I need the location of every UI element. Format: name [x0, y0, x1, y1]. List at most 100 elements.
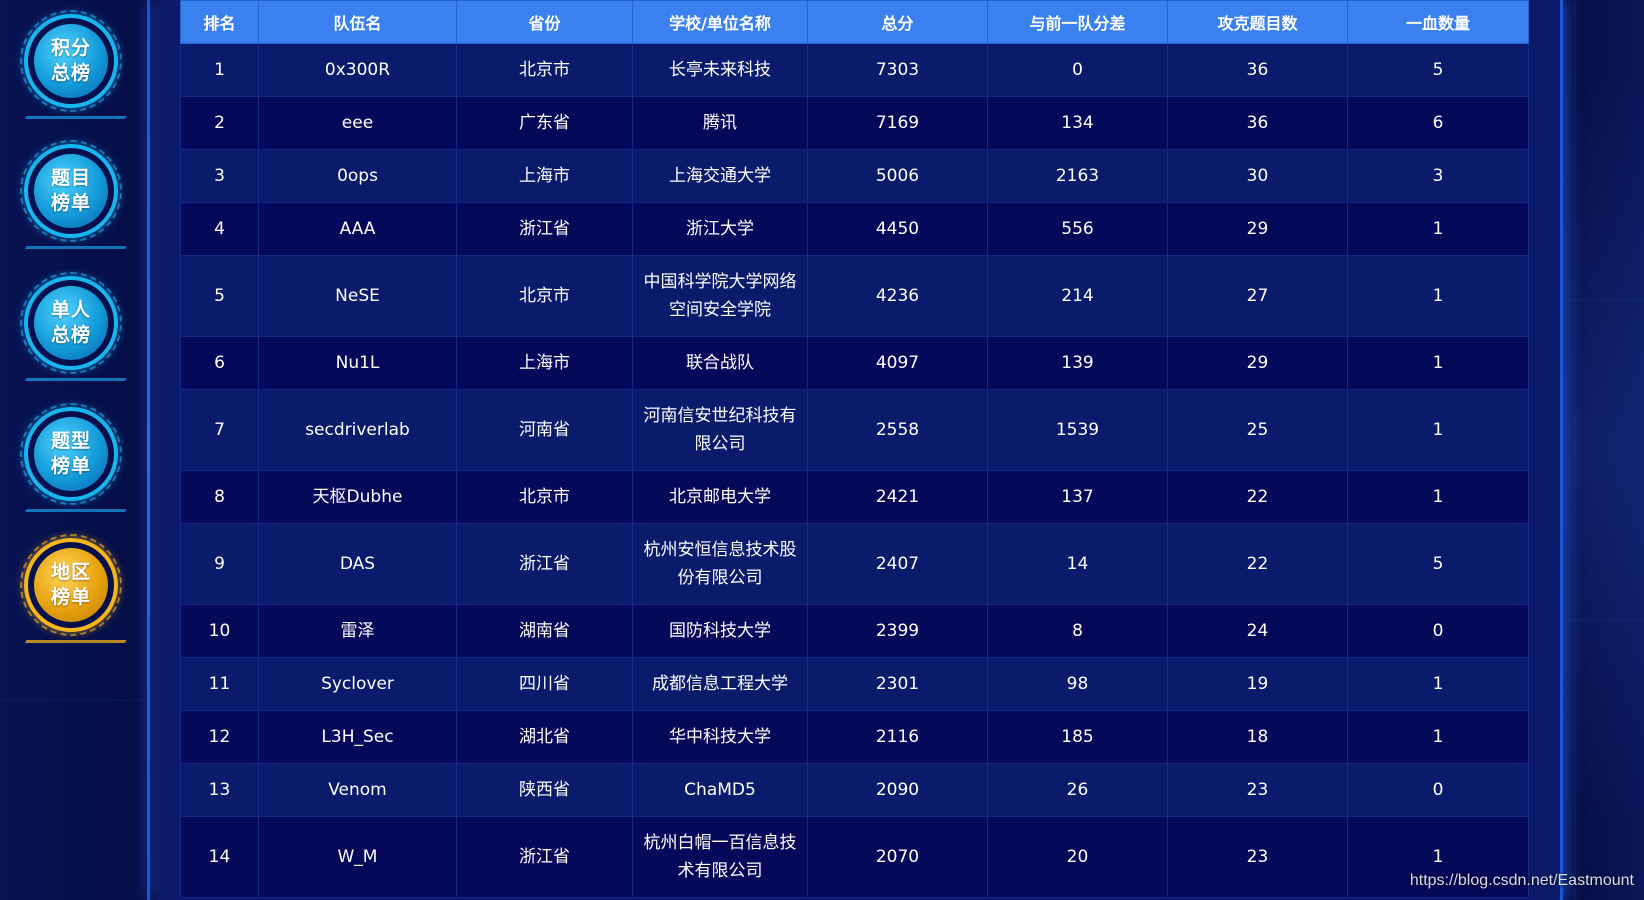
table-row[interactable]: 7 secdriverlab 河南省 河南信安世纪科技有限公司 2558 153…	[180, 389, 1529, 471]
cell-rank: 6	[180, 336, 259, 390]
cell-team: Nu1L	[258, 336, 457, 390]
cell-first-bloods: 5	[1347, 43, 1529, 97]
cell-rank: 8	[180, 470, 259, 524]
cell-team: NeSE	[258, 255, 457, 337]
table-row[interactable]: 10 雷泽 湖南省 国防科技大学 2399 8 24 0	[180, 604, 1529, 658]
table-row[interactable]: 13 Venom 陕西省 ChaMD5 2090 26 23 0	[180, 763, 1529, 817]
table-row[interactable]: 4 AAA 浙江省 浙江大学 4450 556 29 1	[180, 202, 1529, 256]
cell-solved: 24	[1167, 604, 1348, 658]
nav-item-score-total[interactable]: 积分 总榜	[20, 10, 132, 120]
cell-solved: 19	[1167, 657, 1348, 711]
cell-team: secdriverlab	[258, 389, 457, 471]
sidebar-nav: 积分 总榜 题目 榜单 单人 总榜 题型 榜单 地区 榜单	[0, 0, 150, 900]
cell-gap: 8	[987, 604, 1168, 658]
cell-solved: 22	[1167, 470, 1348, 524]
background-grid-line	[1575, 0, 1576, 900]
nav-label-line2: 总榜	[50, 62, 91, 84]
nav-item-individual-total[interactable]: 单人 总榜	[20, 272, 132, 382]
circular-badge-icon: 题目 榜单	[34, 154, 108, 228]
nav-label-line1: 地区	[50, 561, 91, 583]
cell-org: 成都信息工程大学	[632, 657, 808, 711]
cell-gap: 139	[987, 336, 1168, 390]
cell-score: 2407	[807, 523, 988, 605]
cell-rank: 2	[180, 96, 259, 150]
badge-base-line	[24, 501, 132, 512]
cell-first-bloods: 1	[1347, 202, 1529, 256]
cell-gap: 1539	[987, 389, 1168, 471]
column-header-first-bloods[interactable]: 一血数量	[1347, 0, 1529, 44]
circular-badge-icon: 积分 总榜	[34, 24, 108, 98]
table-row[interactable]: 6 Nu1L 上海市 联合战队 4097 139 29 1	[180, 336, 1529, 390]
cell-solved: 25	[1167, 389, 1348, 471]
nav-label-line1: 题型	[50, 430, 91, 452]
cell-gap: 214	[987, 255, 1168, 337]
cell-rank: 10	[180, 604, 259, 658]
table-header-row: 排名 队伍名 省份 学校/单位名称 总分 与前一队分差 攻克题目数 一血数量	[180, 0, 1529, 44]
column-header-rank[interactable]: 排名	[180, 0, 259, 44]
cell-gap: 20	[987, 816, 1168, 898]
cell-org: 浙江大学	[632, 202, 808, 256]
cell-score: 4097	[807, 336, 988, 390]
column-header-solved[interactable]: 攻克题目数	[1167, 0, 1348, 44]
cell-org: 长亭未来科技	[632, 43, 808, 97]
cell-first-bloods: 3	[1347, 149, 1529, 203]
cell-org: 联合战队	[632, 336, 808, 390]
cell-rank: 12	[180, 710, 259, 764]
nav-item-region-board[interactable]: 地区 榜单	[20, 534, 132, 644]
table-row[interactable]: 2 eee 广东省 腾讯 7169 134 36 6	[180, 96, 1529, 150]
table-row[interactable]: 12 L3H_Sec 湖北省 华中科技大学 2116 185 18 1	[180, 710, 1529, 764]
badge-base-line	[24, 238, 132, 249]
cell-solved: 29	[1167, 336, 1348, 390]
cell-solved: 23	[1167, 763, 1348, 817]
table-row[interactable]: 1 0x300R 北京市 长亭未来科技 7303 0 36 5	[180, 43, 1529, 97]
cell-first-bloods: 0	[1347, 763, 1529, 817]
nav-label-line1: 积分	[50, 37, 91, 59]
nav-item-problem-board[interactable]: 题目 榜单	[20, 140, 132, 250]
watermark-url: https://blog.csdn.net/Eastmount	[1409, 872, 1634, 889]
badge-base-line	[24, 632, 132, 643]
cell-province: 北京市	[456, 255, 633, 337]
leaderboard-table: 排名 队伍名 省份 学校/单位名称 总分 与前一队分差 攻克题目数 一血数量 1…	[180, 0, 1529, 898]
table-row[interactable]: 8 天枢Dubhe 北京市 北京邮电大学 2421 137 22 1	[180, 470, 1529, 524]
cell-org: 中国科学院大学网络空间安全学院	[632, 255, 808, 337]
cell-first-bloods: 0	[1347, 604, 1529, 658]
cell-gap: 137	[987, 470, 1168, 524]
cell-rank: 11	[180, 657, 259, 711]
cell-org: 国防科技大学	[632, 604, 808, 658]
nav-label-line2: 榜单	[50, 586, 91, 608]
table-row[interactable]: 3 0ops 上海市 上海交通大学 5006 2163 30 3	[180, 149, 1529, 203]
table-row[interactable]: 9 DAS 浙江省 杭州安恒信息技术股份有限公司 2407 14 22 5	[180, 523, 1529, 605]
cell-first-bloods: 6	[1347, 96, 1529, 150]
cell-score: 2090	[807, 763, 988, 817]
cell-score: 5006	[807, 149, 988, 203]
cell-solved: 36	[1167, 43, 1348, 97]
table-row[interactable]: 11 Syclover 四川省 成都信息工程大学 2301 98 19 1	[180, 657, 1529, 711]
cell-solved: 18	[1167, 710, 1348, 764]
cell-solved: 29	[1167, 202, 1348, 256]
cell-province: 四川省	[456, 657, 633, 711]
column-header-gap[interactable]: 与前一队分差	[987, 0, 1168, 44]
cell-province: 上海市	[456, 149, 633, 203]
cell-team: 0x300R	[258, 43, 457, 97]
column-header-org[interactable]: 学校/单位名称	[632, 0, 808, 44]
cell-score: 4236	[807, 255, 988, 337]
cell-solved: 30	[1167, 149, 1348, 203]
column-header-score[interactable]: 总分	[807, 0, 988, 44]
cell-province: 河南省	[456, 389, 633, 471]
table-row[interactable]: 5 NeSE 北京市 中国科学院大学网络空间安全学院 4236 214 27 1	[180, 255, 1529, 337]
cell-rank: 3	[180, 149, 259, 203]
cell-solved: 22	[1167, 523, 1348, 605]
column-header-province[interactable]: 省份	[456, 0, 633, 44]
cell-province: 浙江省	[456, 523, 633, 605]
cell-gap: 14	[987, 523, 1168, 605]
nav-item-category-board[interactable]: 题型 榜单	[20, 403, 132, 513]
cell-score: 2116	[807, 710, 988, 764]
nav-label-line2: 总榜	[50, 324, 91, 346]
column-header-team[interactable]: 队伍名	[258, 0, 457, 44]
cell-province: 陕西省	[456, 763, 633, 817]
cell-score: 2421	[807, 470, 988, 524]
table-row[interactable]: 14 W_M 浙江省 杭州白帽一百信息技术有限公司 2070 20 23 1	[180, 816, 1529, 898]
cell-score: 2558	[807, 389, 988, 471]
cell-team: L3H_Sec	[258, 710, 457, 764]
cell-province: 浙江省	[456, 816, 633, 898]
